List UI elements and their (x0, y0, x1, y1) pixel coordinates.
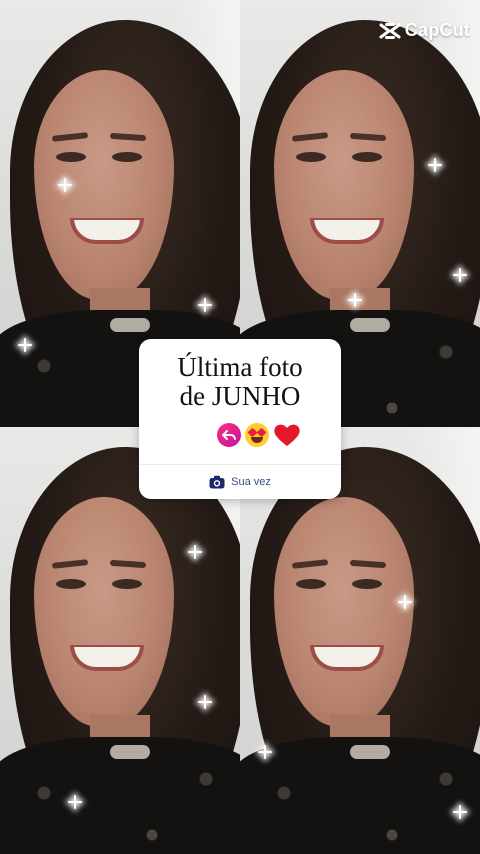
sparkle-icon (350, 295, 360, 305)
sparkle-icon (200, 300, 210, 310)
sparkle-icon (455, 270, 465, 280)
capcut-logo-icon (379, 22, 401, 39)
sticker-title-line1: Última foto (177, 352, 303, 382)
watermark-brand: CapCut (404, 20, 470, 40)
heart-eyes-emoji-icon[interactable] (245, 423, 269, 447)
reaction-row (217, 423, 301, 447)
sparkle-icon (430, 160, 440, 170)
capcut-watermark: CapCut (379, 20, 470, 41)
sparkle-icon (20, 340, 30, 350)
sticker-title: Última foto de JUNHO (139, 353, 341, 411)
story-question-sticker[interactable]: Última foto de JUNHO Sua vez (139, 339, 341, 499)
reply-arrow-icon[interactable] (217, 423, 241, 447)
reply-button[interactable]: Sua vez (139, 465, 341, 499)
reply-label: Sua vez (231, 476, 271, 488)
red-heart-icon[interactable] (273, 423, 301, 447)
sparkle-icon (260, 747, 270, 757)
sparkle-icon (455, 807, 465, 817)
sparkle-icon (60, 180, 70, 190)
sparkle-icon (200, 697, 210, 707)
camera-icon (209, 475, 225, 489)
sparkle-icon (70, 797, 80, 807)
sticker-title-line2: de JUNHO (179, 381, 301, 411)
sparkle-icon (190, 547, 200, 557)
sparkle-icon (400, 597, 410, 607)
